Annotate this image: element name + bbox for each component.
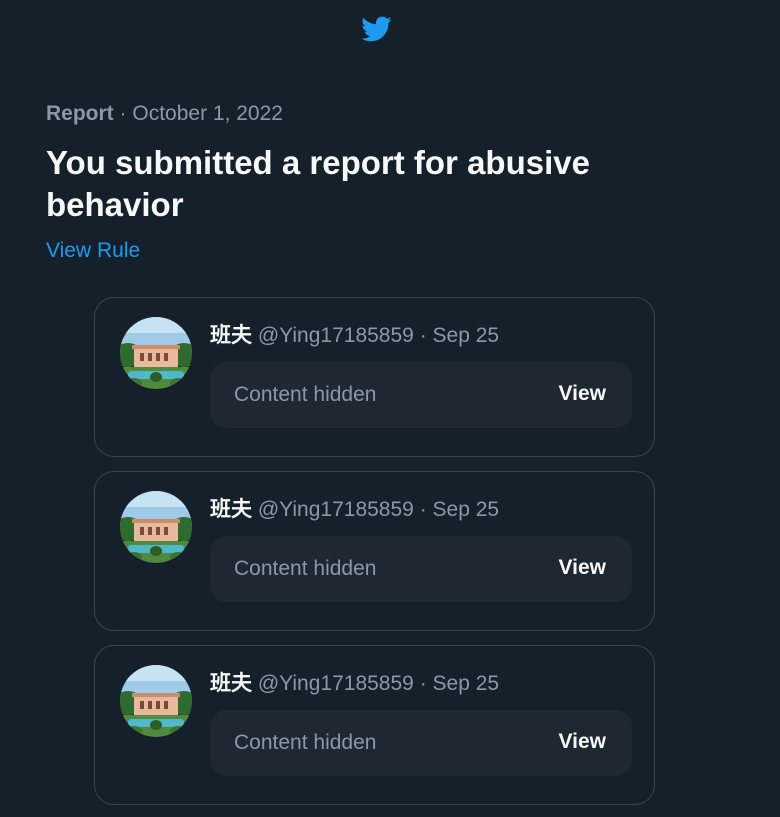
view-content-button[interactable]: View [559,730,606,754]
content-hidden-box: Content hidden View [210,710,632,776]
header-separator: · [419,324,427,347]
tweet-date[interactable]: Sep 25 [433,324,500,347]
author-name[interactable]: 班夫 [210,324,252,347]
twitter-bird-icon [361,16,392,42]
content-hidden-label: Content hidden [234,383,377,406]
author-handle[interactable]: @Ying17185859 [258,324,414,347]
content-hidden-label: Content hidden [234,731,377,754]
view-content-button[interactable]: View [559,556,606,580]
view-rule-link[interactable]: View Rule [46,239,140,263]
tweet-header: 班夫 @Ying17185859 · Sep 25 [210,667,499,697]
author-name[interactable]: 班夫 [210,498,252,521]
header-separator: · [419,498,427,521]
avatar[interactable] [120,317,192,389]
avatar[interactable] [120,665,192,737]
reported-tweet-card: 班夫 @Ying17185859 · Sep 25 Content hidden… [94,297,655,457]
tweet-date[interactable]: Sep 25 [433,672,500,695]
meta-separator: · [119,102,127,125]
tweet-header: 班夫 @Ying17185859 · Sep 25 [210,493,499,523]
author-handle[interactable]: @Ying17185859 [258,498,414,521]
content-hidden-label: Content hidden [234,557,377,580]
author-handle[interactable]: @Ying17185859 [258,672,414,695]
reported-tweet-card: 班夫 @Ying17185859 · Sep 25 Content hidden… [94,471,655,631]
author-name[interactable]: 班夫 [210,672,252,695]
avatar[interactable] [120,491,192,563]
view-content-button[interactable]: View [559,382,606,406]
content-hidden-box: Content hidden View [210,362,632,428]
tweet-header: 班夫 @Ying17185859 · Sep 25 [210,319,499,349]
header-separator: · [419,672,427,695]
report-meta: Report · October 1, 2022 [46,102,283,126]
report-date: October 1, 2022 [132,102,283,125]
report-kind: Report [46,102,114,125]
content-hidden-box: Content hidden View [210,536,632,602]
reported-tweet-card: 班夫 @Ying17185859 · Sep 25 Content hidden… [94,645,655,805]
page-title: You submitted a report for abusive behav… [46,144,590,223]
tweet-date[interactable]: Sep 25 [433,498,500,521]
